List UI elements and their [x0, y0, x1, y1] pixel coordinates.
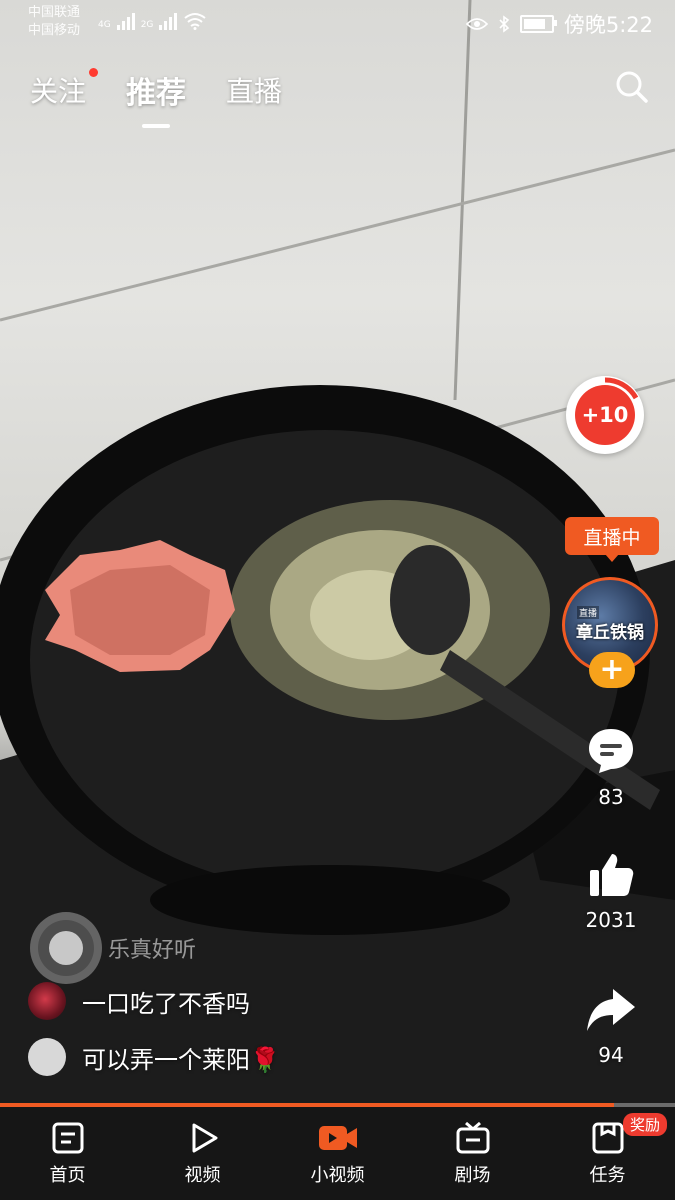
bluetooth-icon	[499, 15, 510, 33]
carrier-2: 中国移动	[28, 23, 81, 38]
nav-short-video[interactable]: 小视频	[270, 1107, 405, 1200]
comment-button[interactable]: 83	[575, 725, 647, 809]
tab-follow[interactable]: 关注	[30, 68, 99, 110]
network-2: 2G	[140, 20, 154, 30]
author-row[interactable]: 乐真好听	[30, 912, 196, 984]
bottom-nav: 首页 视频 小视频 剧场 任务 奖励	[0, 1107, 675, 1200]
share-button[interactable]: 94	[575, 985, 647, 1067]
home-icon	[52, 1122, 83, 1154]
nav-home-label: 首页	[49, 1165, 86, 1186]
task-icon	[592, 1122, 623, 1154]
video-camera-icon	[318, 1126, 357, 1150]
network-1: 4G	[98, 20, 111, 30]
nav-video-label: 视频	[184, 1165, 221, 1186]
status-time: 傍晚5:22	[563, 13, 653, 37]
comment-item[interactable]: 可以弄一个莱阳🌹	[28, 1038, 280, 1076]
search-icon[interactable]	[613, 68, 651, 106]
wifi-icon	[184, 13, 207, 30]
comment-item[interactable]: 一口吃了不香吗	[28, 982, 250, 1020]
battery-icon	[519, 15, 557, 33]
top-tabs: 关注 推荐 直播	[30, 68, 282, 112]
nav-tasks-label: 任务	[589, 1165, 626, 1186]
nav-video[interactable]: 视频	[135, 1107, 270, 1200]
signal-icons: 4G 2G	[98, 12, 207, 30]
carrier-labels: 中国联通 中国移动	[28, 4, 80, 40]
nav-tasks[interactable]: 任务 奖励	[540, 1107, 675, 1200]
like-button[interactable]: 2031	[575, 850, 647, 932]
commenter-avatar	[28, 1038, 66, 1076]
comment-text: 一口吃了不香吗	[82, 989, 250, 1018]
eye-icon	[465, 18, 488, 30]
comment-icon	[589, 729, 633, 773]
signal-bars-icon	[116, 12, 135, 30]
tab-live-label: 直播	[226, 75, 283, 108]
play-icon	[192, 1123, 217, 1153]
carrier-1: 中国联通	[28, 5, 81, 20]
nav-short-video-label: 小视频	[310, 1165, 365, 1186]
reward-badge: 奖励	[622, 1113, 667, 1136]
tab-live[interactable]: 直播	[226, 70, 282, 110]
tab-recommend-label: 推荐	[126, 76, 187, 111]
music-disc-icon[interactable]	[30, 912, 102, 984]
tv-icon	[456, 1121, 489, 1154]
tab-follow-label: 关注	[30, 75, 87, 108]
share-icon	[587, 989, 635, 1031]
like-count: 2031	[585, 908, 637, 932]
reward-timer[interactable]: +10	[566, 376, 644, 454]
tab-recommend[interactable]: 推荐	[126, 68, 186, 112]
comment-count: 83	[598, 785, 624, 809]
timer-label: +10	[575, 385, 635, 445]
share-count: 94	[598, 1043, 624, 1067]
status-bar: 中国联通 中国移动 4G 2G 傍晚5:22	[0, 0, 675, 44]
notification-dot	[89, 68, 99, 77]
comment-text: 可以弄一个莱阳🌹	[82, 1045, 280, 1074]
nav-theater[interactable]: 剧场	[405, 1107, 540, 1200]
nav-theater-label: 剧场	[454, 1165, 491, 1186]
thumbs-up-icon	[590, 854, 634, 896]
commenter-avatar	[28, 982, 66, 1020]
nav-home[interactable]: 首页	[0, 1107, 135, 1200]
live-tag: 直播中	[565, 517, 659, 562]
signal-bars-icon	[159, 12, 178, 30]
author-name[interactable]: 乐真好听	[108, 932, 196, 964]
live-avatar-name: 章丘铁锅	[576, 623, 644, 643]
status-right: 傍晚5:22	[465, 9, 653, 39]
follow-button[interactable]: +	[589, 652, 635, 688]
